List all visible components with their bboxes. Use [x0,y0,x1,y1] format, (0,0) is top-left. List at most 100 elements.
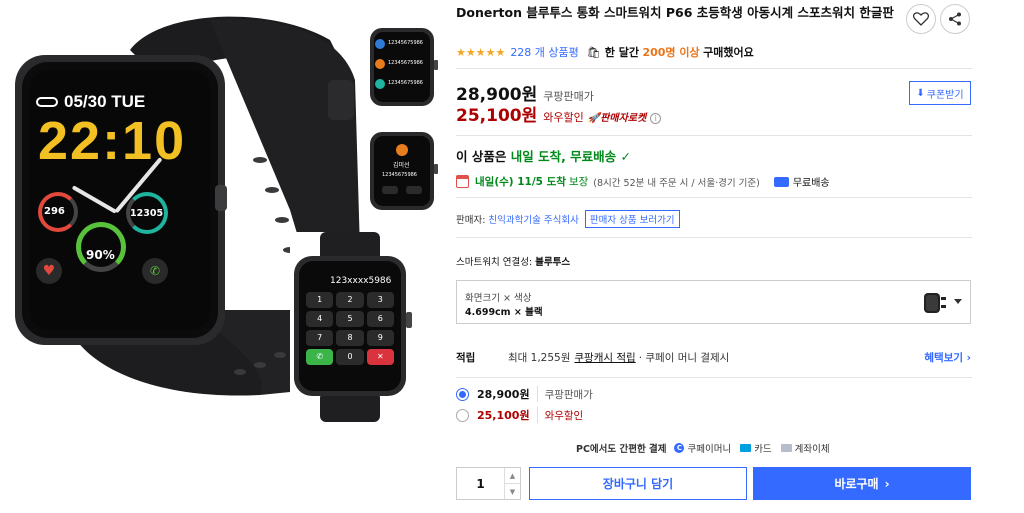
truck-icon [773,176,789,187]
coupay-label: 쿠페이머니 [687,444,732,455]
chevron-down-icon [954,299,962,304]
dialer-key: 9 [366,330,394,346]
product-title: Donerton 블루투스 통화 스마트워치 P66 초등학생 아동시계 스포츠… [456,4,896,22]
check-icon: ✓ [620,149,632,164]
purchase-prefix: 한 달간 [604,46,639,59]
option-price: 25,100원 [477,407,538,423]
dialer-key: 4 [306,311,334,327]
share-button[interactable] [940,4,970,34]
favorite-button[interactable] [906,4,936,34]
product-gallery: 05/30 TUE 22:10 296 12305 90% ♥ ✆ 123456… [0,0,450,513]
connectivity-value: 블루투스 [535,257,571,268]
reward-label: 적립 [456,352,476,364]
card-icon [740,444,752,452]
contact-number: 12345675986 [388,80,423,86]
quantity-stepper[interactable]: 1 ▲ ▼ [456,467,521,500]
buy-now-label: 바로구매 [834,477,879,491]
option-label: 쿠팡판매가 [544,388,593,401]
bank-icon [780,444,792,452]
review-count-link[interactable]: 228 개 상품평 [510,44,578,60]
contact-number: 12345675986 [388,40,423,46]
reward-condition: · 쿠페이 머니 결제시 [638,352,730,364]
dialer-key: 6 [366,311,394,327]
quantity-buttons: ▲ ▼ [504,468,520,499]
price-option-regular[interactable]: 28,900원 쿠팡판매가 [456,386,593,402]
quantity-input[interactable]: 1 [457,468,504,499]
radio-selected[interactable] [456,387,469,401]
watch-date: 05/30 TUE [64,92,146,111]
benefits-link[interactable]: 혜택보기 › [924,350,971,365]
radio-unselected[interactable] [456,408,469,422]
connectivity-label: 스마트워치 연결성: [456,257,533,268]
heart-outline-icon [913,12,929,26]
coupon-button[interactable]: ⬇ 쿠폰받기 [909,81,971,105]
watch-time: 22:10 [38,111,187,171]
guarantee-label: 보장 [568,176,589,188]
free-shipping: 무료배송 [792,178,830,189]
dialer-key: 2 [336,292,364,308]
link-icon [36,97,58,107]
option-name: 화면크기 × 색상 [465,293,532,304]
purchase-suffix: 구매했어요 [703,46,754,59]
coupay-icon: C [674,443,685,453]
thumbnail-contacts[interactable]: 12345675986 12345675986 12345675986 [366,26,440,108]
dialer-key: 5 [336,311,364,327]
increase-icon[interactable]: ▲ [505,468,520,483]
option-select[interactable]: 화면크기 × 색상 4.699cm × 블랙 [456,280,971,324]
dialer-key: 8 [336,330,364,346]
delivery-highlight: 내일 도착, 무료배송 [510,149,617,164]
bag-icon: 🛍 [586,45,601,59]
decrease-icon[interactable]: ▼ [505,483,520,499]
connectivity-info: 스마트워치 연결성: 블루투스 [456,254,570,268]
caller-number: 12345675986 [382,172,417,178]
dialer-number: 123xxxx5986 [330,276,392,286]
rocket-label: 판매자로켓 [600,113,647,124]
battery-ring [76,222,126,272]
buy-now-button[interactable]: 바로구매 › [753,467,971,500]
thumbnail-call[interactable]: 김미선 12345675986 [366,130,440,212]
divider [456,237,972,238]
kcal-value: 296 [44,206,65,217]
dialer-key: 1 [306,292,334,308]
payment-title: PC에서도 간편한 결제 [576,444,667,455]
dialer-key: 0 [336,349,364,365]
chevron-right-icon: › [884,476,890,491]
call-key-icon: ✆ [306,349,334,365]
purchase-count: 200명 이상 [642,46,700,59]
divider [456,68,972,69]
info-icon[interactable]: i [650,113,662,124]
title-text: 블루투스 통화 스마트워치 P66 초등학생 아동시계 스포츠워치 한글판 [526,5,894,20]
dialer-keypad: 1 2 3 4 5 6 7 8 9 ✆ 0 ✕ [306,292,394,365]
share-icon [949,12,961,26]
dialer-key: 7 [306,330,334,346]
steps-value: 12305 [130,208,164,219]
seller-name-link[interactable]: 친익과학기술 주식회사 [488,212,578,226]
payment-methods: PC에서도 간편한 결제 C 쿠페이머니 카드 계좌이체 [576,441,839,455]
heart-icon: ♥ [36,258,62,284]
option-label: 와우할인 [544,409,584,422]
seller-label: 판매자: [456,215,486,226]
wow-price: 25,100원 [456,106,538,126]
coupon-button-label: 쿠폰받기 [926,89,964,101]
divider [456,135,972,136]
price-option-wow[interactable]: 25,100원 와우할인 [456,407,583,423]
coupang-cash-link[interactable]: 쿠팡캐시 적립 [574,350,635,365]
caller-name: 김미선 [393,162,410,169]
download-icon: ⬇ [916,87,925,99]
seller-products-button[interactable]: 판매자 상품 보러가기 [584,210,680,228]
option-value: 4.699cm × 블랙 [465,307,543,318]
card-label: 카드 [754,444,772,455]
reward-amount: 최대 1,255원 [508,352,571,364]
add-to-cart-button[interactable]: 장바구니 담기 [529,467,747,500]
wow-label: 와우할인 [543,111,584,124]
delivery-detail: 내일(수) 11/5 도착 보장 (8시간 52분 내 주문 시 / 서울·경기… [456,174,830,189]
dialer-key: 3 [366,292,394,308]
product-info-panel: Donerton 블루투스 통화 스마트워치 P66 초등학생 아동시계 스포츠… [456,0,972,513]
seller-row: 판매자: 친익과학기술 주식회사 판매자 상품 보러가기 [456,210,680,228]
thumbnail-dialer[interactable]: 123xxxx5986 1 2 3 4 5 6 7 8 9 ✆ 0 ✕ [290,232,416,422]
delete-key-icon: ✕ [366,349,394,365]
brand-name[interactable]: Donerton [456,5,522,20]
divider [456,197,972,198]
divider [456,377,972,378]
reward-row: 적립 최대 1,255원 쿠팡캐시 적립 · 쿠페이 머니 결제시 혜택보기 › [456,350,971,365]
